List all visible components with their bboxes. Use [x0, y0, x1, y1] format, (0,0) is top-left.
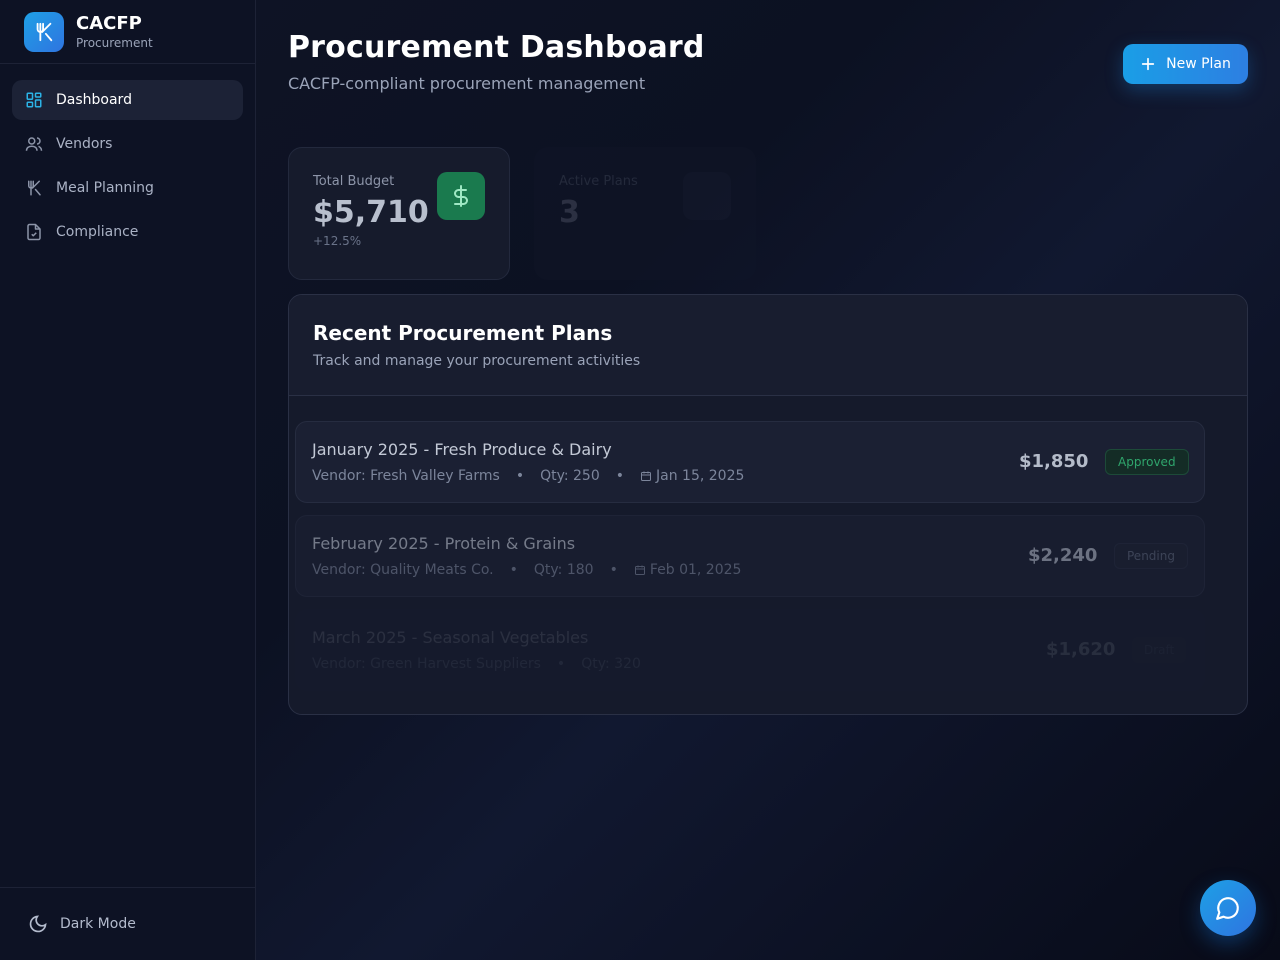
utensils-icon — [24, 11, 64, 52]
dollar-icon — [437, 172, 485, 220]
plan-row[interactable]: March 2025 - Seasonal Vegetables Vendor:… — [295, 609, 1205, 691]
sidebar-item-dashboard[interactable]: Dashboard — [12, 80, 243, 120]
recent-plans-panel: Recent Procurement Plans Track and manag… — [288, 294, 1248, 715]
plan-amount: $1,620 — [1046, 639, 1116, 660]
plan-qty: Qty: 250 — [540, 468, 600, 484]
sidebar-item-label: Vendors — [56, 136, 113, 152]
utensils-icon — [24, 178, 44, 198]
chat-button[interactable] — [1200, 880, 1256, 936]
status-badge: Draft — [1132, 637, 1187, 663]
sidebar-item-compliance[interactable]: Compliance — [12, 212, 243, 252]
status-badge: Approved — [1105, 449, 1189, 475]
sidebar-nav: Dashboard Vendors Meal Planning Complian… — [0, 64, 255, 272]
sidebar: CACFP Procurement Dashboard Vendors Meal… — [0, 0, 256, 960]
plan-amount: $2,240 — [1028, 545, 1098, 566]
plan-name: January 2025 - Fresh Produce & Dairy — [312, 440, 612, 459]
plan-meta: Vendor: Fresh Valley Farms • Qty: 250 • … — [312, 468, 745, 484]
plan-amount: $1,850 — [1019, 451, 1089, 472]
plan-date: Feb 01, 2025 — [649, 562, 742, 578]
plan-vendor: Vendor: Fresh Valley Farms — [312, 468, 500, 484]
new-plan-label: New Plan — [1166, 56, 1231, 72]
plan-row[interactable]: January 2025 - Fresh Produce & Dairy Ven… — [295, 421, 1205, 503]
new-plan-button[interactable]: New Plan — [1123, 44, 1248, 84]
users-icon — [24, 134, 44, 154]
plan-meta: Vendor: Green Harvest Suppliers • Qty: 3… — [312, 656, 641, 672]
status-badge: Pending — [1114, 543, 1188, 569]
plan-row[interactable]: February 2025 - Protein & Grains Vendor:… — [295, 515, 1205, 597]
dark-mode-toggle[interactable]: Dark Mode — [0, 887, 255, 960]
sidebar-item-label: Dashboard — [56, 92, 132, 108]
brand: CACFP Procurement — [0, 0, 255, 64]
moon-icon — [28, 914, 48, 934]
main-content: Procurement Dashboard CACFP-compliant pr… — [256, 0, 1280, 960]
plan-name: March 2025 - Seasonal Vegetables — [312, 628, 589, 647]
stat-card-active-plans: Active Plans 3 — [534, 147, 756, 280]
plan-vendor: Vendor: Quality Meats Co. — [312, 562, 494, 578]
stat-card-total-budget: Total Budget $5,710 +12.5% — [288, 147, 510, 280]
stat-change: +12.5% — [313, 234, 362, 248]
chat-icon — [1215, 895, 1241, 921]
sidebar-item-label: Meal Planning — [56, 180, 154, 196]
page-title: Procurement Dashboard — [288, 30, 705, 65]
plan-meta: Vendor: Quality Meats Co. • Qty: 180 • F… — [312, 562, 742, 578]
plan-date: Jan 15, 2025 — [656, 468, 745, 484]
sidebar-item-meal-planning[interactable]: Meal Planning — [12, 168, 243, 208]
dark-mode-label: Dark Mode — [60, 916, 136, 932]
file-check-icon — [24, 222, 44, 242]
plan-qty: Qty: 180 — [533, 562, 594, 578]
recent-plans-title: Recent Procurement Plans — [313, 321, 613, 345]
page-subtitle: CACFP-compliant procurement management — [288, 74, 646, 93]
sidebar-item-vendors[interactable]: Vendors — [12, 124, 243, 164]
sidebar-item-label: Compliance — [56, 224, 139, 240]
plan-qty: Qty: 320 — [581, 656, 641, 672]
recent-plans-header: Recent Procurement Plans Track and manag… — [289, 295, 1247, 396]
calendar-icon — [640, 470, 652, 482]
plus-icon — [1140, 56, 1156, 72]
brand-title: CACFP — [76, 12, 142, 34]
dashboard-icon — [24, 90, 44, 110]
clipboard-icon — [683, 172, 731, 220]
calendar-icon — [634, 564, 646, 576]
plan-vendor: Vendor: Green Harvest Suppliers — [312, 656, 541, 672]
plan-name: February 2025 - Protein & Grains — [312, 534, 576, 553]
recent-plans-subtitle: Track and manage your procurement activi… — [313, 353, 641, 369]
brand-subtitle: Procurement — [76, 35, 153, 50]
